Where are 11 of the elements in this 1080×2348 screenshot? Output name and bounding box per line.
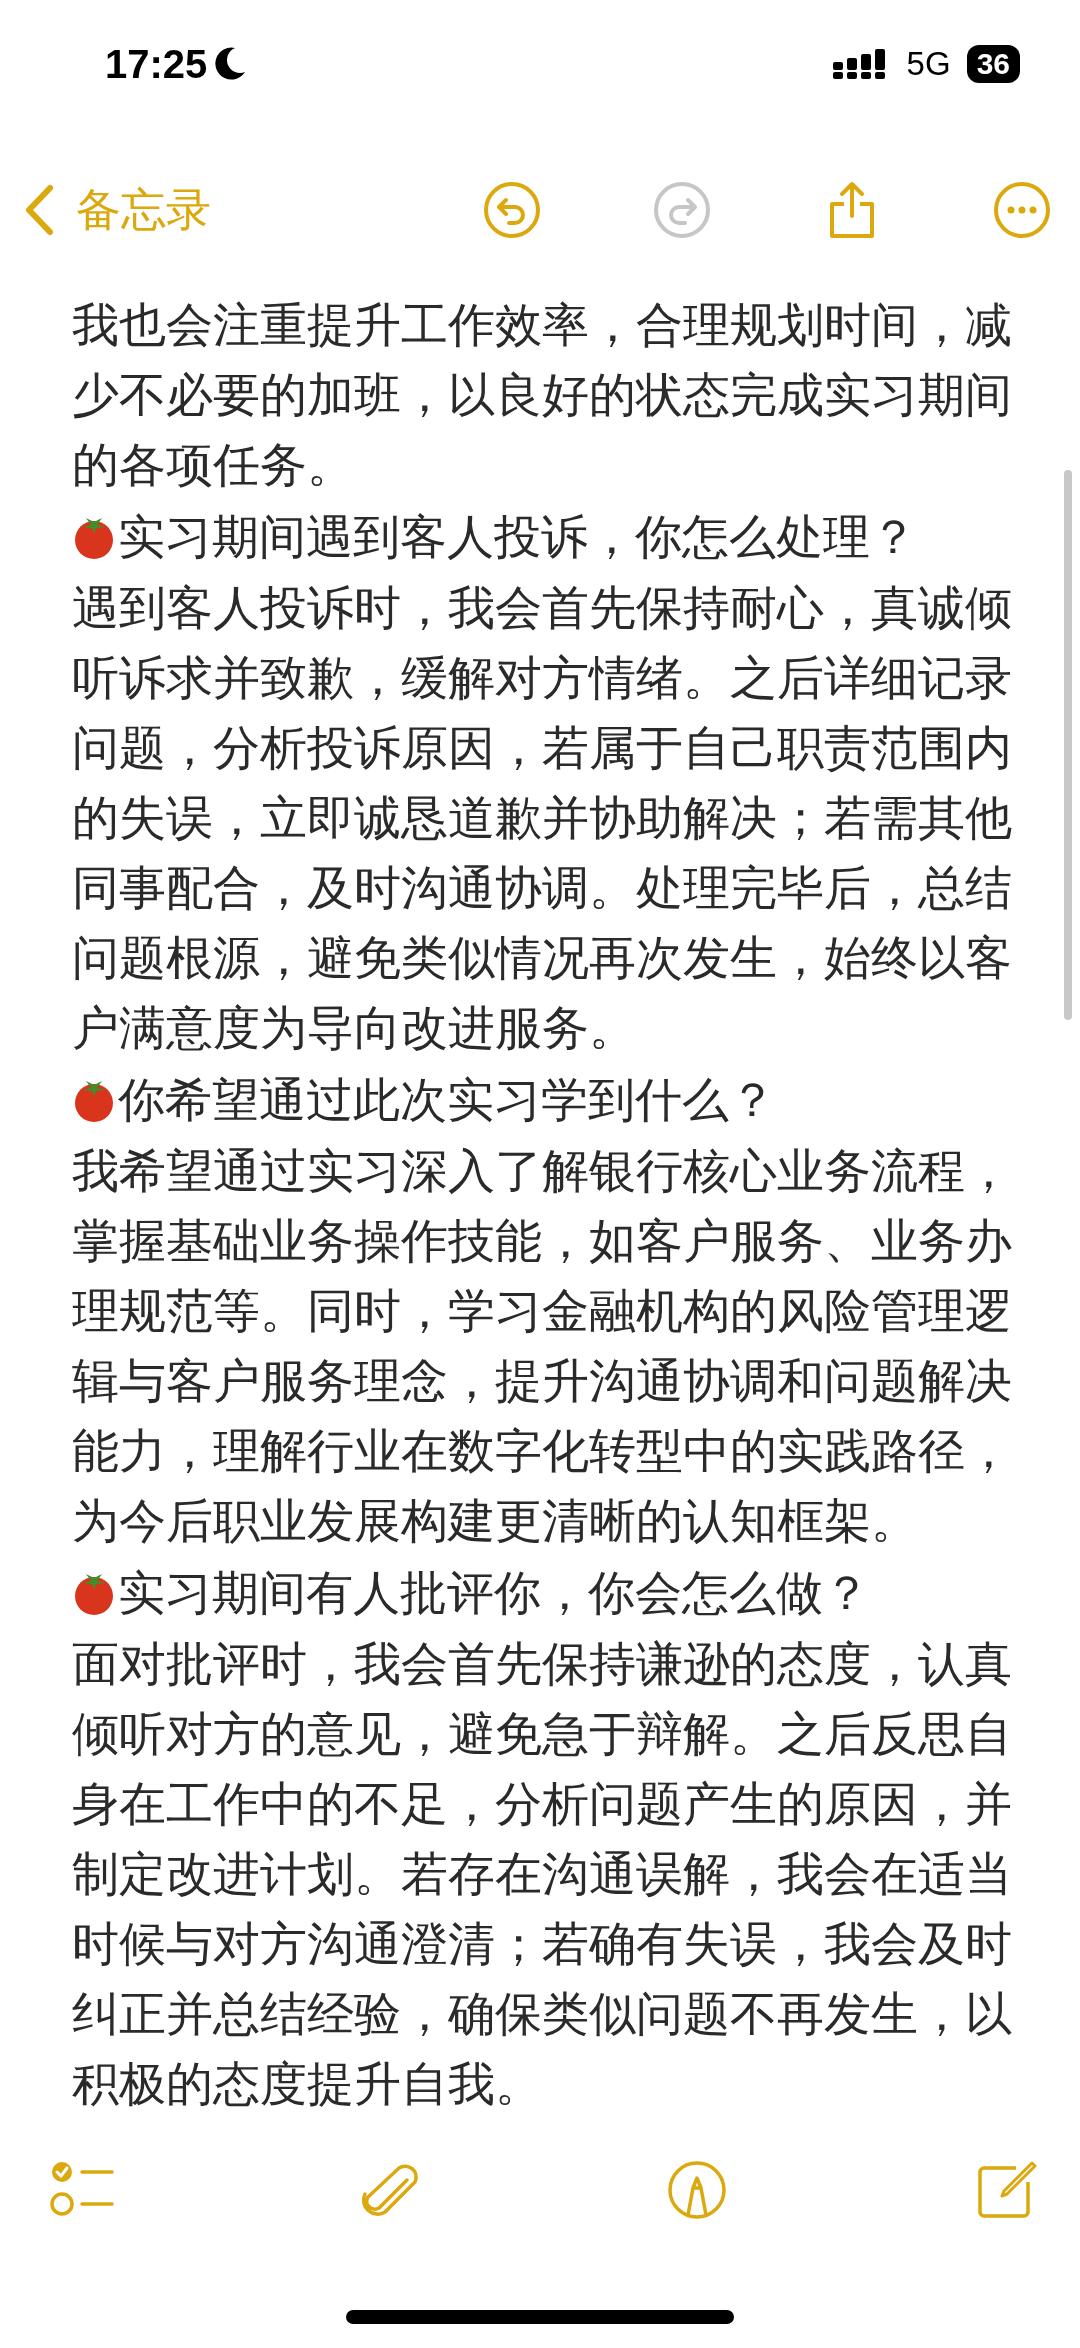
answer-paragraph: 我希望通过实习深入了解银行核心业务流程，掌握基础业务操作技能，如客户服务、业务办理规范等。同时，学习金融机构的风险管理逻辑与客户服务理念，提升沟通协调和问题解决能力，理解行业在数字化转型中的实践路径，为今后职业发展构建更清晰的认知框架。 bbox=[72, 1143, 1013, 1549]
question-heading: 实习期间有人批评你，你会怎么做？ bbox=[118, 1564, 870, 1621]
question-heading: 你希望通过此次实习学到什么？ bbox=[118, 1071, 776, 1128]
answer-paragraph: 我也会注重提升工作效率，合理规划时间，减少不必要的加班，以良好的状态完成实习期间的各项任务。 bbox=[72, 297, 1013, 493]
answer-paragraph: 遇到客人投诉时，我会首先保持耐心，真诚倾听诉求并致歉，缓解对方情绪。之后详细记录问题，分析投诉原因，若属于自己职责范围内的失误，立即诚恳道歉并协助解决；若需其他同事配合，及时沟通协调。处理完毕后，总结问题根源，避免类似情况再次发生，始终以客户满意度为导向改进服务。 bbox=[72, 580, 1013, 1056]
network-label: 5G bbox=[906, 45, 951, 83]
battery-level: 36 bbox=[976, 47, 1010, 81]
back-button[interactable]: 备忘录 bbox=[24, 180, 211, 240]
question-heading: 实习期间遇到客人投诉，你怎么处理？ bbox=[118, 508, 917, 565]
answer-paragraph: 面对批评时，我会首先保持谦逊的态度，认真倾听对方的意见，避免急于辩解。之后反思自身在工作中的不足，分析问题产生的原因，并制定改进计划。若存在沟通误解，我会在适当时候与对方沟通澄清；若确有失误，我会及时纠正并总结经验，确保类似问题不再发生，以积极的态度提升自我。 bbox=[72, 1636, 1013, 2112]
status-time: 17:25 bbox=[105, 41, 208, 87]
